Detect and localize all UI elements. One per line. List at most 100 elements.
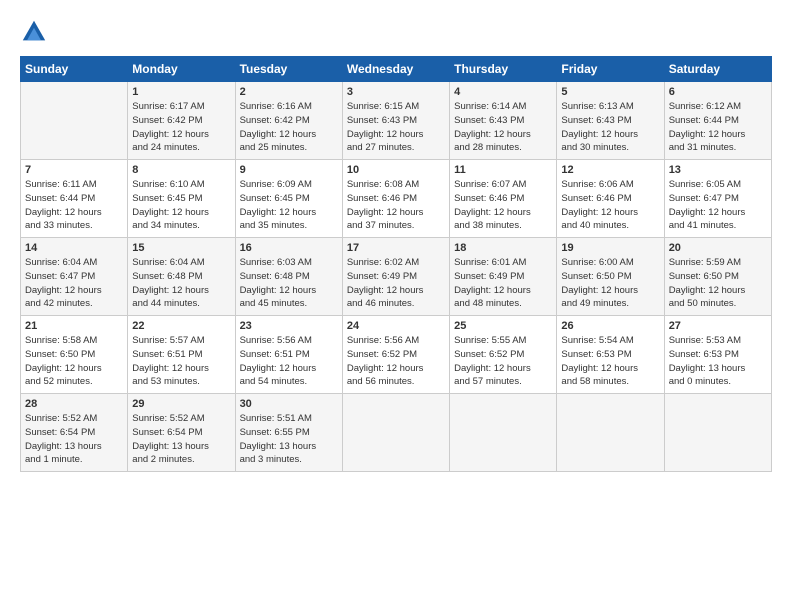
day-info: Sunrise: 5:56 AM Sunset: 6:51 PM Dayligh… <box>240 334 338 389</box>
day-info: Sunrise: 6:01 AM Sunset: 6:49 PM Dayligh… <box>454 256 552 311</box>
header <box>20 18 772 46</box>
day-number: 8 <box>132 164 230 176</box>
header-day: Tuesday <box>235 57 342 82</box>
day-number: 15 <box>132 242 230 254</box>
day-info: Sunrise: 6:17 AM Sunset: 6:42 PM Dayligh… <box>132 100 230 155</box>
day-info: Sunrise: 6:09 AM Sunset: 6:45 PM Dayligh… <box>240 178 338 233</box>
day-number: 29 <box>132 398 230 410</box>
calendar-cell: 27 Sunrise: 5:53 AM Sunset: 6:53 PM Dayli… <box>664 316 771 394</box>
calendar-cell: 8 Sunrise: 6:10 AM Sunset: 6:45 PM Daylig… <box>128 160 235 238</box>
header-day: Sunday <box>21 57 128 82</box>
day-info: Sunrise: 6:00 AM Sunset: 6:50 PM Dayligh… <box>561 256 659 311</box>
day-number: 28 <box>25 398 123 410</box>
calendar-cell: 7 Sunrise: 6:11 AM Sunset: 6:44 PM Daylig… <box>21 160 128 238</box>
calendar-cell: 24 Sunrise: 5:56 AM Sunset: 6:52 PM Dayli… <box>342 316 449 394</box>
day-info: Sunrise: 6:03 AM Sunset: 6:48 PM Dayligh… <box>240 256 338 311</box>
day-info: Sunrise: 6:12 AM Sunset: 6:44 PM Dayligh… <box>669 100 767 155</box>
calendar-cell: 16 Sunrise: 6:03 AM Sunset: 6:48 PM Dayli… <box>235 238 342 316</box>
calendar-cell <box>557 394 664 472</box>
day-number: 24 <box>347 320 445 332</box>
calendar-cell: 12 Sunrise: 6:06 AM Sunset: 6:46 PM Dayli… <box>557 160 664 238</box>
calendar-cell: 25 Sunrise: 5:55 AM Sunset: 6:52 PM Dayli… <box>450 316 557 394</box>
day-number: 17 <box>347 242 445 254</box>
calendar-cell <box>664 394 771 472</box>
day-number: 16 <box>240 242 338 254</box>
calendar-cell: 28 Sunrise: 5:52 AM Sunset: 6:54 PM Dayli… <box>21 394 128 472</box>
day-number: 12 <box>561 164 659 176</box>
calendar-cell <box>450 394 557 472</box>
day-number: 26 <box>561 320 659 332</box>
header-row: SundayMondayTuesdayWednesdayThursdayFrid… <box>21 57 772 82</box>
day-info: Sunrise: 5:55 AM Sunset: 6:52 PM Dayligh… <box>454 334 552 389</box>
day-number: 27 <box>669 320 767 332</box>
day-info: Sunrise: 6:07 AM Sunset: 6:46 PM Dayligh… <box>454 178 552 233</box>
week-row: 28 Sunrise: 5:52 AM Sunset: 6:54 PM Dayli… <box>21 394 772 472</box>
week-row: 21Sunrise: 5:58 AM Sunset: 6:50 PM Dayli… <box>21 316 772 394</box>
day-info: Sunrise: 6:08 AM Sunset: 6:46 PM Dayligh… <box>347 178 445 233</box>
calendar-cell: 6 Sunrise: 6:12 AM Sunset: 6:44 PM Daylig… <box>664 82 771 160</box>
day-number: 14 <box>25 242 123 254</box>
calendar-cell: 23 Sunrise: 5:56 AM Sunset: 6:51 PM Dayli… <box>235 316 342 394</box>
calendar-cell: 17 Sunrise: 6:02 AM Sunset: 6:49 PM Dayli… <box>342 238 449 316</box>
week-row: 14Sunrise: 6:04 AM Sunset: 6:47 PM Dayli… <box>21 238 772 316</box>
header-day: Friday <box>557 57 664 82</box>
day-info: Sunrise: 6:10 AM Sunset: 6:45 PM Dayligh… <box>132 178 230 233</box>
day-info: Sunrise: 6:13 AM Sunset: 6:43 PM Dayligh… <box>561 100 659 155</box>
calendar-cell: 1 Sunrise: 6:17 AM Sunset: 6:42 PM Daylig… <box>128 82 235 160</box>
day-number: 30 <box>240 398 338 410</box>
calendar-cell: 21Sunrise: 5:58 AM Sunset: 6:50 PM Dayli… <box>21 316 128 394</box>
day-info: Sunrise: 6:04 AM Sunset: 6:48 PM Dayligh… <box>132 256 230 311</box>
calendar-cell: 20 Sunrise: 5:59 AM Sunset: 6:50 PM Dayli… <box>664 238 771 316</box>
day-number: 3 <box>347 86 445 98</box>
header-day: Monday <box>128 57 235 82</box>
week-row: 1 Sunrise: 6:17 AM Sunset: 6:42 PM Daylig… <box>21 82 772 160</box>
day-number: 20 <box>669 242 767 254</box>
day-info: Sunrise: 6:06 AM Sunset: 6:46 PM Dayligh… <box>561 178 659 233</box>
header-day: Thursday <box>450 57 557 82</box>
calendar-cell: 29 Sunrise: 5:52 AM Sunset: 6:54 PM Dayli… <box>128 394 235 472</box>
day-info: Sunrise: 5:52 AM Sunset: 6:54 PM Dayligh… <box>132 412 230 467</box>
day-info: Sunrise: 5:53 AM Sunset: 6:53 PM Dayligh… <box>669 334 767 389</box>
calendar-cell: 19 Sunrise: 6:00 AM Sunset: 6:50 PM Dayli… <box>557 238 664 316</box>
day-info: Sunrise: 5:52 AM Sunset: 6:54 PM Dayligh… <box>25 412 123 467</box>
day-info: Sunrise: 5:57 AM Sunset: 6:51 PM Dayligh… <box>132 334 230 389</box>
calendar-cell: 4Sunrise: 6:14 AM Sunset: 6:43 PM Daylig… <box>450 82 557 160</box>
calendar-cell: 15 Sunrise: 6:04 AM Sunset: 6:48 PM Dayli… <box>128 238 235 316</box>
day-number: 11 <box>454 164 552 176</box>
header-day: Saturday <box>664 57 771 82</box>
day-info: Sunrise: 5:51 AM Sunset: 6:55 PM Dayligh… <box>240 412 338 467</box>
day-info: Sunrise: 5:54 AM Sunset: 6:53 PM Dayligh… <box>561 334 659 389</box>
day-info: Sunrise: 6:11 AM Sunset: 6:44 PM Dayligh… <box>25 178 123 233</box>
week-row: 7 Sunrise: 6:11 AM Sunset: 6:44 PM Daylig… <box>21 160 772 238</box>
calendar-cell: 18 Sunrise: 6:01 AM Sunset: 6:49 PM Dayli… <box>450 238 557 316</box>
calendar-cell: 30 Sunrise: 5:51 AM Sunset: 6:55 PM Dayli… <box>235 394 342 472</box>
day-info: Sunrise: 5:59 AM Sunset: 6:50 PM Dayligh… <box>669 256 767 311</box>
calendar-cell: 2 Sunrise: 6:16 AM Sunset: 6:42 PM Daylig… <box>235 82 342 160</box>
calendar-cell: 13Sunrise: 6:05 AM Sunset: 6:47 PM Dayli… <box>664 160 771 238</box>
calendar-cell: 9Sunrise: 6:09 AM Sunset: 6:45 PM Daylig… <box>235 160 342 238</box>
calendar-cell: 14Sunrise: 6:04 AM Sunset: 6:47 PM Dayli… <box>21 238 128 316</box>
day-number: 23 <box>240 320 338 332</box>
day-info: Sunrise: 6:15 AM Sunset: 6:43 PM Dayligh… <box>347 100 445 155</box>
day-number: 21 <box>25 320 123 332</box>
logo <box>20 18 50 46</box>
day-number: 6 <box>669 86 767 98</box>
header-day: Wednesday <box>342 57 449 82</box>
page: SundayMondayTuesdayWednesdayThursdayFrid… <box>0 0 792 482</box>
day-number: 18 <box>454 242 552 254</box>
day-number: 22 <box>132 320 230 332</box>
day-number: 13 <box>669 164 767 176</box>
day-number: 25 <box>454 320 552 332</box>
day-number: 7 <box>25 164 123 176</box>
calendar-cell: 3 Sunrise: 6:15 AM Sunset: 6:43 PM Daylig… <box>342 82 449 160</box>
day-number: 5 <box>561 86 659 98</box>
calendar-cell: 26 Sunrise: 5:54 AM Sunset: 6:53 PM Dayli… <box>557 316 664 394</box>
day-number: 2 <box>240 86 338 98</box>
day-info: Sunrise: 6:02 AM Sunset: 6:49 PM Dayligh… <box>347 256 445 311</box>
day-number: 19 <box>561 242 659 254</box>
day-info: Sunrise: 6:16 AM Sunset: 6:42 PM Dayligh… <box>240 100 338 155</box>
day-info: Sunrise: 5:56 AM Sunset: 6:52 PM Dayligh… <box>347 334 445 389</box>
calendar-table: SundayMondayTuesdayWednesdayThursdayFrid… <box>20 56 772 472</box>
calendar-cell <box>21 82 128 160</box>
day-number: 1 <box>132 86 230 98</box>
